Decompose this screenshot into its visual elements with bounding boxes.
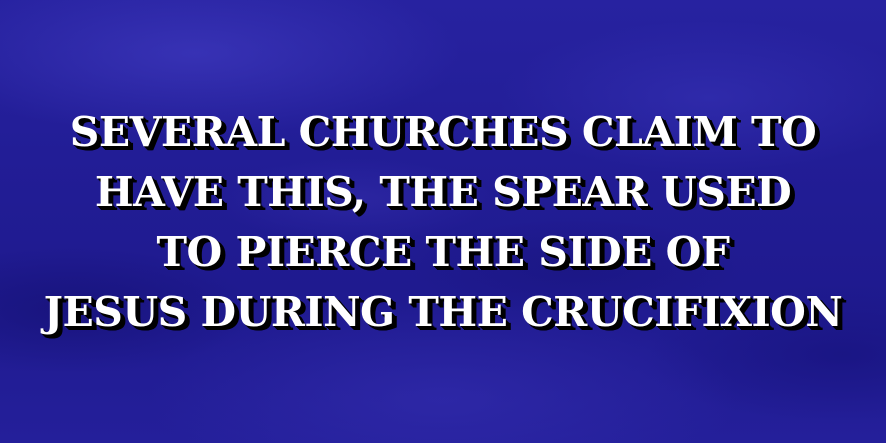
clue-line-1: SEVERAL CHURCHES CLAIM TO (69, 108, 817, 156)
clue-text: SEVERAL CHURCHES CLAIM TO HAVE THIS, THE… (30, 102, 856, 342)
clue-line-3: TO PIERCE THE SIDE OF (156, 228, 730, 276)
clue-line-2: HAVE THIS, THE SPEAR USED (94, 168, 792, 216)
clue-line-4: JESUS DURING THE CRUCIFIXION (43, 288, 843, 336)
clue-board: SEVERAL CHURCHES CLAIM TO HAVE THIS, THE… (0, 0, 886, 443)
